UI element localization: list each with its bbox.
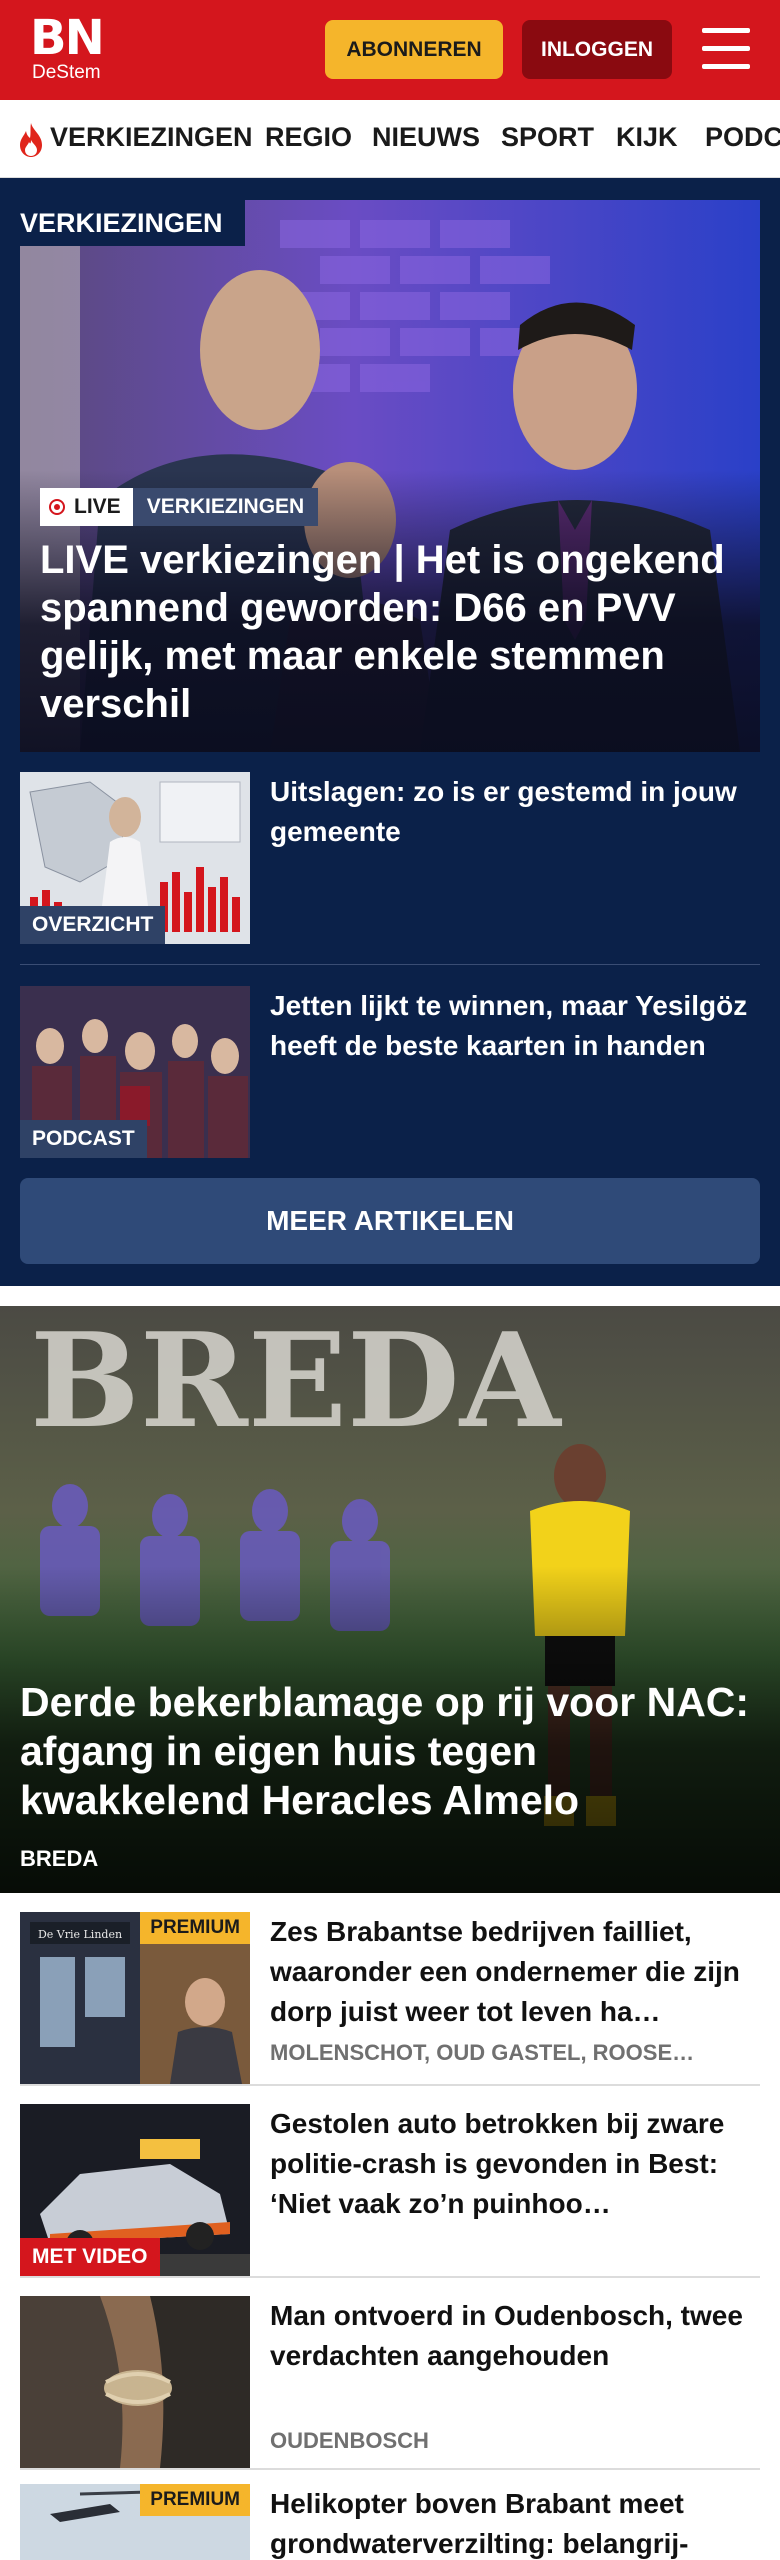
- login-button[interactable]: INLOGGEN: [522, 20, 672, 79]
- nav-item-regio[interactable]: REGIO: [265, 122, 352, 153]
- premium-badge: PREMIUM: [140, 2484, 250, 2516]
- nav-item-verkiezingen[interactable]: VERKIEZINGEN: [50, 122, 253, 153]
- article-location: MOLENSCHOT, OUD GASTEL, ROOSE…: [270, 2040, 695, 2065]
- article-title[interactable]: Jetten lijkt te winnen, maar Yesilgöz he…: [270, 986, 770, 1066]
- list-item[interactable]: Man ontvoerd in Oudenbosch, twee verdach…: [20, 2296, 760, 2468]
- article-title[interactable]: Uitslagen: zo is er gestemd in jouw geme…: [270, 772, 770, 852]
- featured-article[interactable]: BREDA Derde bekerblamage op rij voor NAC…: [0, 1306, 780, 1893]
- list-item[interactable]: PREMIUM Helikopter boven Brabant meet gr…: [20, 2484, 760, 2560]
- live-badge-label: LIVE: [74, 495, 121, 518]
- more-articles-button[interactable]: MEER ARTIKELEN: [20, 1178, 760, 1264]
- feature-title[interactable]: Derde bekerblamage op rij voor NAC: afga…: [20, 1678, 760, 1825]
- site-logo[interactable]: BN DeStem: [30, 14, 120, 86]
- logo-sub-text: DeStem: [32, 62, 101, 83]
- hero-title[interactable]: LIVE verkiezingen | Het is ongekend span…: [40, 536, 740, 728]
- nav-item-podcasts[interactable]: PODCASTS: [705, 122, 780, 153]
- section-label: VERKIEZINGEN: [20, 200, 245, 246]
- article-title[interactable]: Gestolen auto betrokken bij zware politi…: [270, 2104, 760, 2224]
- article-thumbnail: [20, 2296, 250, 2468]
- overview-tag: OVERZICHT: [20, 906, 166, 944]
- article-title[interactable]: Helikopter boven Brabant meet grondwater…: [270, 2484, 760, 2560]
- hero-article[interactable]: VERKIEZINGEN LIVE VERKIEZINGEN LIVE verk…: [20, 200, 760, 752]
- flame-icon: [20, 123, 42, 157]
- main-navigation: VERKIEZINGEN REGIO NIEUWS SPORT KIJK POD…: [0, 100, 780, 178]
- article-thumbnail: PREMIUM: [20, 2484, 250, 2560]
- list-item[interactable]: De Vrie Linden PREMIUM Zes Brabantse bed…: [20, 1912, 760, 2084]
- hamburger-menu-icon[interactable]: [702, 28, 750, 70]
- divider: [20, 964, 760, 965]
- article-title[interactable]: Zes Brabantse bedrijven failliet, waaron…: [270, 1912, 760, 2032]
- election-section: VERKIEZINGEN LIVE VERKIEZINGEN LIVE verk…: [0, 178, 780, 1286]
- video-badge: MET VIDEO: [20, 2238, 160, 2276]
- article-title[interactable]: Man ontvoerd in Oudenbosch, twee verdach…: [270, 2296, 760, 2378]
- logo-main-text: BN: [30, 10, 105, 66]
- list-item[interactable]: MET VIDEO Gestolen auto betrokken bij zw…: [20, 2104, 760, 2276]
- nav-item-nieuws[interactable]: NIEUWS: [372, 122, 480, 153]
- article-thumbnail: MET VIDEO: [20, 2104, 250, 2276]
- top-bar: BN DeStem ABONNEREN INLOGGEN: [0, 0, 780, 100]
- divider: [20, 2276, 760, 2278]
- hero-badges: LIVE VERKIEZINGEN: [40, 488, 319, 526]
- premium-badge: PREMIUM: [140, 1912, 250, 1944]
- divider: [20, 2468, 760, 2470]
- nav-item-kijk[interactable]: KIJK: [616, 122, 678, 153]
- nav-item-sport[interactable]: SPORT: [501, 122, 594, 153]
- feature-location: BREDA: [20, 1846, 99, 1871]
- category-badge: VERKIEZINGEN: [132, 488, 319, 526]
- tied-hands-image: [20, 2296, 250, 2468]
- list-item[interactable]: PODCAST Jetten lijkt te winnen, maar Yes…: [20, 986, 760, 1158]
- stadium-banner-text: BREDA: [30, 1306, 563, 1457]
- live-badge: LIVE: [40, 488, 133, 526]
- article-thumbnail: OVERZICHT: [20, 772, 250, 944]
- article-thumbnail: De Vrie Linden PREMIUM: [20, 1912, 250, 2084]
- article-location: OUDENBOSCH: [270, 2428, 429, 2453]
- shop-sign-text: De Vrie Linden: [38, 1928, 122, 1941]
- article-thumbnail: PODCAST: [20, 986, 250, 1158]
- podcast-tag: PODCAST: [20, 1120, 147, 1158]
- subscribe-button[interactable]: ABONNEREN: [325, 20, 503, 79]
- list-item[interactable]: OVERZICHT Uitslagen: zo is er gestemd in…: [20, 772, 760, 944]
- live-dot-icon: [49, 499, 65, 515]
- divider: [20, 2084, 760, 2086]
